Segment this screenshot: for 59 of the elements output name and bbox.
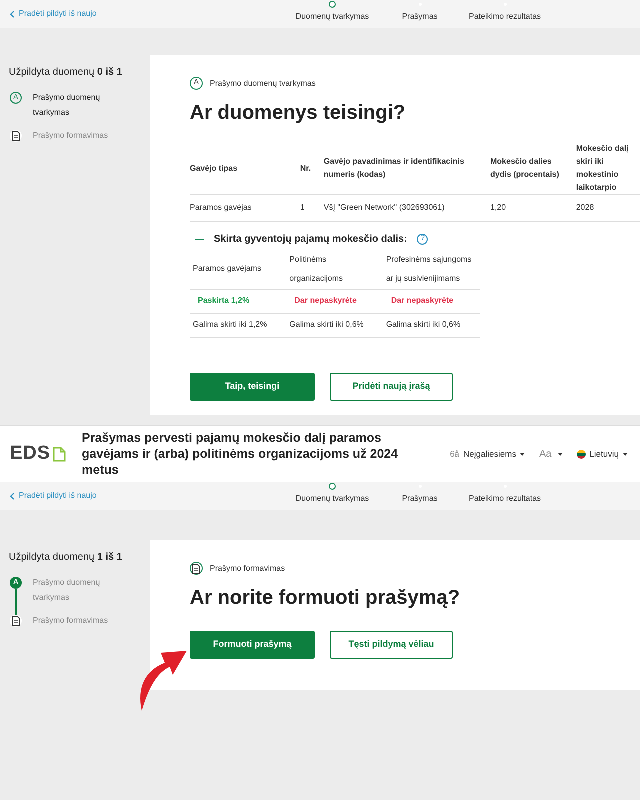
column-header: Profesinėms sąjungoms ar jų susivienijimams xyxy=(383,249,480,289)
caret-icon xyxy=(520,452,526,456)
status-cell: Dar nepaskyrėte xyxy=(286,289,384,313)
primary-button[interactable]: Taip, teisingi xyxy=(190,372,315,400)
status-cell: Paskirta 1,2% xyxy=(190,289,287,313)
column-header: Gavėjo tipas xyxy=(190,142,300,194)
primary-button[interactable]: Formuoti prašymą xyxy=(190,631,315,659)
chevron-left-icon xyxy=(10,492,15,500)
page-title: Prašymas pervesti pajamų mokesčio dalį paramos gavėjams ir (arba) politinėms organizacijoms už 2024 metus xyxy=(82,430,400,478)
table-cell: Galima skirti iki 0,6% xyxy=(286,313,384,337)
column-header: Mokesčio dalies dydis (procentais) xyxy=(490,142,576,194)
caret-icon xyxy=(558,452,563,456)
sidebar-step-label[interactable]: Prašymo duomenų tvarkymas xyxy=(33,90,113,130)
logo-text: EDS xyxy=(10,442,51,466)
section-label: Prašymo duomenų tvarkymas xyxy=(210,78,316,90)
sidebar-step-label[interactable]: Prašymo formavimas xyxy=(33,128,113,150)
chevron-left-icon xyxy=(10,10,15,18)
document-icon xyxy=(192,564,201,574)
language-menu[interactable]: Lietuvių xyxy=(576,448,628,460)
card-title: Ar duomenys teisingi? xyxy=(190,101,407,126)
collapse-toggle[interactable]: — xyxy=(195,232,204,246)
progress-summary: Užpildyta duomenų 0 iš 1 xyxy=(9,66,124,80)
step-connector xyxy=(15,589,17,615)
secondary-button[interactable]: Pridėti naują įrašą xyxy=(330,372,453,400)
card-title: Ar norite formuoti prašymą? xyxy=(190,586,462,611)
section-label: Prašymo formavimas xyxy=(210,562,286,574)
step-label: Prašymas xyxy=(402,493,438,505)
table-cell: 2028 xyxy=(576,194,640,222)
step-label: Prašymas xyxy=(402,11,438,23)
font-size-menu[interactable]: Aa xyxy=(539,446,563,462)
secondary-button[interactable]: Tęsti pildymą vėliau xyxy=(330,631,453,659)
restart-link[interactable]: Pradėti pildyti iš naujo xyxy=(10,490,97,502)
column-header: Politinėms organizacijoms xyxy=(286,249,384,289)
table-cell: Galima skirti iki 1,2% xyxy=(190,313,287,337)
logo-document-icon xyxy=(52,446,66,462)
allocation-title: Skirta gyventojų pajamų mokesčio dalis: xyxy=(214,233,408,247)
restart-link[interactable]: Pradėti pildyti iš naujo xyxy=(10,8,97,20)
table-cell: Galima skirti iki 0,6% xyxy=(383,313,480,337)
sidebar-step-label[interactable]: Prašymo formavimas xyxy=(33,613,113,635)
caret-icon xyxy=(623,452,628,456)
progress-summary: Užpildyta duomenų 1 iš 1 xyxy=(9,551,124,565)
column-header: Gavėjo pavadinimas ir identifikacinis numeris (kodas) xyxy=(324,142,490,194)
table-cell: 1,20 xyxy=(490,194,576,222)
column-header: Nr. xyxy=(300,142,324,194)
sidebar-step-label[interactable]: Prašymo duomenų tvarkymas xyxy=(33,575,113,615)
table-cell: 1 xyxy=(300,194,324,222)
accessibility-menu[interactable]: 6ả Neįgaliesiems xyxy=(450,448,526,460)
status-cell: Dar nepaskyrėte xyxy=(383,289,480,313)
column-header: Paramos gavėjams xyxy=(190,249,287,289)
table-cell: Paramos gavėjas xyxy=(190,194,300,222)
document-icon xyxy=(12,616,20,626)
flag-icon xyxy=(576,450,586,458)
table-cell: VšĮ "Green Network" (302693061) xyxy=(324,194,490,222)
document-icon xyxy=(12,131,20,141)
step-label: Duomenų tvarkymas xyxy=(296,493,370,505)
step-label: Duomenų tvarkymas xyxy=(296,11,370,23)
step-label: Pateikimo rezultatas xyxy=(468,11,542,23)
column-header: Mokesčio dalį skiri iki mokestinio laikotarpio xyxy=(576,142,640,194)
step-label: Pateikimo rezultatas xyxy=(468,493,542,505)
